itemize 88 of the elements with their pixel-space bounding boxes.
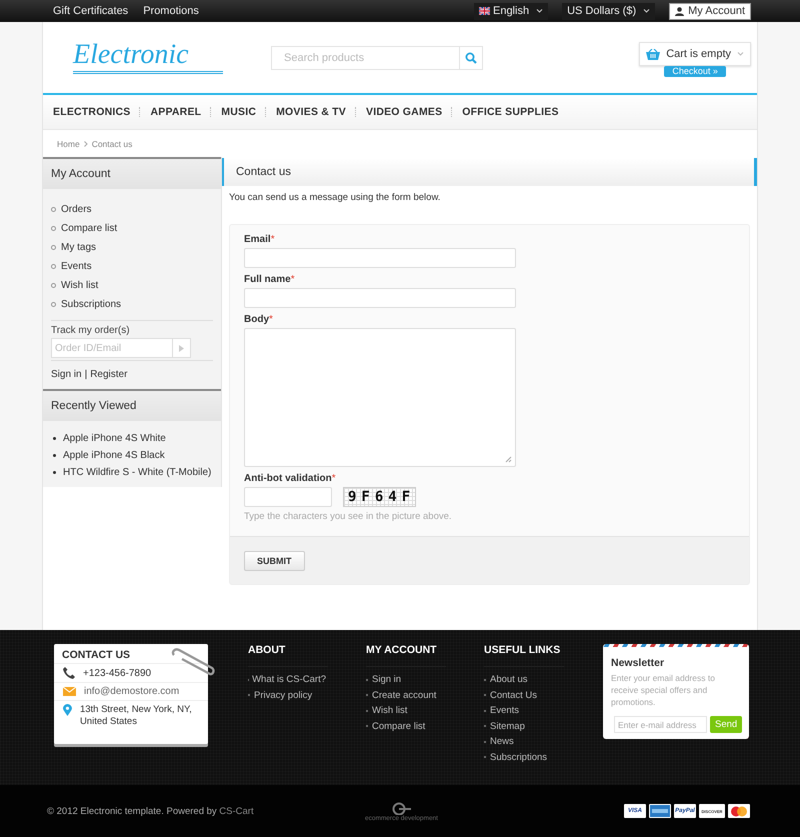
field-label: Body: [244, 314, 269, 325]
flag-icon: [478, 7, 490, 15]
footer-heading: ABOUT: [248, 644, 328, 667]
footer-link[interactable]: Contact Us: [484, 688, 562, 703]
input-field[interactable]: [244, 288, 516, 308]
recent-product-link[interactable]: Apple iPhone 4S Black: [53, 447, 221, 464]
input-field[interactable]: [244, 248, 516, 268]
search-icon: [465, 52, 477, 64]
address-text: 13th Street, New York, NY, United States: [80, 704, 193, 728]
newsletter-heading: Newsletter: [611, 657, 666, 669]
phone-number: +123-456-7890: [83, 668, 152, 678]
captcha-field[interactable]: [244, 487, 332, 507]
caret-icon: [536, 9, 544, 13]
account-button[interactable]: My Account: [669, 2, 751, 20]
recent-product-link[interactable]: Apple iPhone 4S White: [53, 430, 221, 447]
newsletter-text: Enter your email address to receive special offers and promotions.: [611, 672, 716, 708]
footer-link[interactable]: About us: [484, 672, 562, 688]
nav-item[interactable]: APPAREL: [150, 106, 202, 118]
footer-link[interactable]: News: [484, 734, 562, 750]
order-search-field[interactable]: Order ID/Email: [51, 338, 172, 358]
page-heading: Contact us: [222, 158, 757, 186]
nav-item[interactable]: MOVIES & TV: [276, 106, 346, 118]
top-link[interactable]: Promotions: [143, 5, 199, 17]
footer-link[interactable]: Sitemap: [484, 718, 562, 734]
location-pin-icon: [63, 704, 72, 716]
sign-in-link[interactable]: Sign in: [51, 369, 82, 380]
payment-card-icon: [649, 804, 671, 818]
sidebar-item[interactable]: Events: [51, 257, 221, 276]
nav-item[interactable]: OFFICE SUPPLIES: [462, 106, 559, 118]
hint-text: Type the characters you see in the picture above.: [244, 511, 453, 522]
top-link[interactable]: Gift Certificates: [53, 5, 128, 17]
resize-grip-icon: [505, 456, 512, 463]
footer-link[interactable]: What is CS-Cart?: [248, 672, 326, 688]
nav-item[interactable]: VIDEO GAMES: [366, 106, 442, 118]
track-order-label: Track my order(s): [50, 324, 131, 336]
copyright-text: © 2012 Electronic template. Powered by CS-Cart: [47, 806, 255, 816]
footer-link[interactable]: Sign in: [366, 672, 444, 688]
separator-text: |: [84, 369, 88, 380]
payment-card-icon: [728, 804, 750, 818]
cart-button[interactable]: Cart is empty: [639, 42, 751, 66]
phone-icon: [63, 667, 75, 679]
caret-icon: [643, 9, 650, 13]
sidebar-item[interactable]: Wish list: [51, 276, 221, 295]
sidebar-heading: Recently Viewed: [43, 389, 221, 421]
footer-link[interactable]: Compare list: [366, 718, 444, 734]
field-label: Full name: [244, 274, 291, 285]
breadcrumb-link[interactable]: Home: [57, 138, 80, 148]
field-label: Email: [244, 234, 271, 245]
breadcrumb-link[interactable]: Contact us: [92, 138, 132, 148]
sidebar-item[interactable]: Orders: [51, 200, 221, 219]
footer-link[interactable]: Privacy policy: [248, 688, 326, 703]
search-field[interactable]: Search products: [271, 46, 459, 70]
sidebar-item[interactable]: Compare list: [51, 219, 221, 238]
play-icon: [179, 344, 184, 352]
footer-link[interactable]: Events: [484, 703, 562, 718]
currency-dropdown[interactable]: US Dollars ($): [562, 2, 656, 20]
nav-item[interactable]: ELECTRONICS: [53, 106, 130, 118]
body-field[interactable]: [244, 328, 516, 467]
envelope-icon: [63, 687, 76, 696]
required-mark: *: [290, 274, 295, 285]
footer-heading: USEFUL LINKS: [484, 644, 564, 667]
email-link[interactable]: info@demostore.com: [84, 686, 180, 697]
sidebar-heading: My Account: [43, 157, 221, 189]
intro-text: You can send us a message using the form below.: [228, 191, 442, 205]
footer-link[interactable]: Subscriptions: [484, 750, 562, 765]
caret-icon: [737, 52, 744, 56]
nav-item[interactable]: MUSIC: [221, 106, 256, 118]
contact-heading: CONTACT US: [61, 648, 132, 663]
sidebar-item[interactable]: Subscriptions: [51, 295, 221, 314]
footer-link[interactable]: Create account: [366, 688, 444, 703]
email-field[interactable]: Enter e-mail address: [614, 716, 707, 733]
required-mark: *: [269, 314, 273, 325]
recent-product-link[interactable]: HTC Wildfire S - White (T-Mobile): [53, 464, 221, 481]
required-mark: *: [332, 473, 336, 484]
captcha-image: 9F64F: [343, 487, 416, 507]
footer-link[interactable]: Wish list: [366, 703, 444, 718]
required-mark: *: [270, 234, 275, 245]
field-label: Anti-bot validation: [244, 473, 332, 484]
cs-cart-link[interactable]: CS-Cart: [219, 806, 254, 816]
register-link[interactable]: Register: [90, 369, 128, 380]
submit-button[interactable]: SUBMIT: [244, 551, 304, 571]
search-button[interactable]: [459, 46, 483, 70]
language-dropdown[interactable]: English: [474, 2, 548, 20]
sidebar-item[interactable]: My tags: [51, 238, 221, 257]
user-icon: [675, 6, 684, 16]
basket-icon: [646, 48, 660, 60]
chevron-icon: [84, 140, 88, 146]
footer-heading: MY ACCOUNT: [366, 644, 446, 667]
